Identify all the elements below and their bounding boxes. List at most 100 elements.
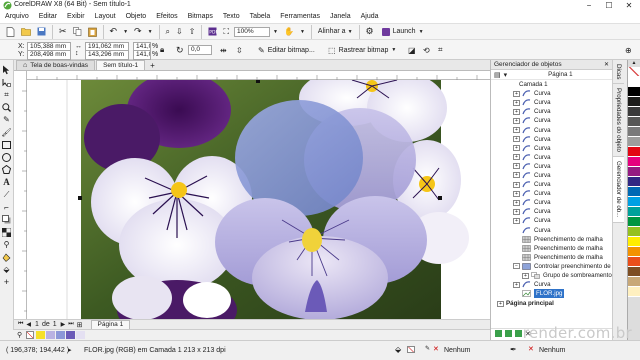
height-field[interactable]: 143,296 mm <box>85 50 129 60</box>
expand-icon[interactable]: + <box>497 300 504 307</box>
zoom-tool-icon[interactable] <box>1 102 12 113</box>
layer-row[interactable]: Camada 1 <box>491 80 612 89</box>
tree-row-curve[interactable]: + Curva <box>513 216 612 225</box>
import-icon[interactable]: ⇩ <box>173 25 186 39</box>
expand-icon[interactable]: − <box>513 263 520 270</box>
new-document-icon[interactable] <box>3 25 18 39</box>
tree-row-curve[interactable]: + Curva <box>513 162 612 171</box>
tab-dicas[interactable]: Dicas <box>613 60 624 85</box>
tree-row-curve[interactable]: + Curva <box>513 207 612 216</box>
copy-icon[interactable] <box>70 25 85 39</box>
tree-row-curve[interactable]: Curva <box>513 226 612 235</box>
palette-color-swatch[interactable] <box>628 287 640 297</box>
connector-tool-icon[interactable]: ⌐ <box>1 202 12 213</box>
palette-color-swatch[interactable] <box>628 267 640 277</box>
menu-editar[interactable]: Editar <box>34 11 62 23</box>
tree-row-curve[interactable]: + Curva <box>513 189 612 198</box>
crop-tool-icon[interactable]: ⌗ <box>1 89 12 100</box>
last-page-icon[interactable]: ⏭ <box>68 321 73 328</box>
tree-row-mesh-fill[interactable]: Preenchimento de malha <box>513 235 612 244</box>
shape-tool-icon[interactable] <box>1 77 12 88</box>
y-position-field[interactable]: 208,498 mm <box>27 50 71 60</box>
tree-row-curve[interactable]: + Curva <box>513 153 612 162</box>
lock-ratio-icon[interactable]: 🔒︎ <box>160 45 164 55</box>
save-icon[interactable] <box>34 25 49 39</box>
tree-row-curve[interactable]: + Curva <box>513 89 612 98</box>
tree-row-shading-group[interactable]: + Grupo de sombreamento <box>513 271 612 280</box>
palette-color-swatch[interactable] <box>628 187 640 197</box>
no-color-swatch[interactable] <box>26 331 35 339</box>
palette-no-color-swatch[interactable] <box>628 67 640 77</box>
add-page-icon[interactable]: ⊞ <box>77 321 83 329</box>
palette-color-swatch[interactable] <box>628 157 640 167</box>
menu-objeto[interactable]: Objeto <box>121 11 152 23</box>
expand-icon[interactable]: + <box>513 190 520 197</box>
tree-row-curve[interactable]: + Curva <box>513 280 612 289</box>
tab-object-manager[interactable]: Gerenciador de ob... <box>613 157 624 223</box>
crop-bitmap-icon[interactable]: ⌗ <box>435 43 446 57</box>
redo-icon[interactable]: ↷ <box>131 25 145 39</box>
tree-row-curve[interactable]: + Curva <box>513 180 612 189</box>
cut-icon[interactable]: ✂ <box>56 25 70 39</box>
color-swatch-lavender[interactable] <box>46 331 56 339</box>
text-tool-icon[interactable]: A <box>1 177 12 188</box>
expand-icon[interactable]: + <box>513 108 520 115</box>
menu-efeitos[interactable]: Efeitos <box>151 11 182 23</box>
artistic-media-icon[interactable]: 🖌︎ <box>1 127 12 138</box>
color-swatch-violet[interactable] <box>66 331 76 339</box>
vertical-ruler[interactable] <box>14 71 27 319</box>
tab-untitled-document[interactable]: Sem título-1 <box>96 60 146 70</box>
new-master-layer-icon[interactable] <box>505 330 512 337</box>
expand-icon[interactable]: + <box>513 136 520 143</box>
export-icon[interactable]: ⇧ <box>186 25 199 39</box>
expand-icon[interactable]: + <box>513 181 520 188</box>
tree-row-curve[interactable]: + Curva <box>513 107 612 116</box>
color-swatch-yellow[interactable] <box>36 331 46 339</box>
resample-icon[interactable]: ⟲ <box>420 43 433 57</box>
palette-color-swatch[interactable] <box>628 87 640 97</box>
expand-icon[interactable]: + <box>513 172 520 179</box>
menu-layout[interactable]: Layout <box>90 11 121 23</box>
tree-row-curve[interactable]: + Curva <box>513 171 612 180</box>
new-tab-icon[interactable]: + <box>150 61 155 70</box>
next-page-icon[interactable]: ▶ <box>61 321 66 328</box>
new-master-all-icon[interactable] <box>515 330 522 337</box>
expand-icon[interactable]: + <box>513 199 520 206</box>
palette-color-swatch[interactable] <box>628 147 640 157</box>
options-gear-icon[interactable]: ⚙ <box>363 25 377 39</box>
ellipse-tool-icon[interactable] <box>1 152 12 163</box>
open-folder-icon[interactable] <box>18 25 34 39</box>
smart-fill-icon[interactable]: ⬙ <box>1 264 12 275</box>
menu-ferramentas[interactable]: Ferramentas <box>275 11 325 23</box>
palette-color-swatch[interactable] <box>628 207 640 217</box>
color-eyedropper-icon[interactable]: ⚲ <box>1 239 12 250</box>
expand-icon[interactable]: + <box>522 272 529 279</box>
tree-row-bitmap-selected[interactable]: FLOR.jpg <box>513 289 612 299</box>
freehand-tool-icon[interactable]: ✎ <box>1 114 12 125</box>
tree-row-control-fill[interactable]: − Controlar preenchimento de <box>513 262 612 271</box>
redo-dropdown-icon[interactable]: ▼ <box>145 25 156 39</box>
drop-shadow-icon[interactable] <box>1 214 12 225</box>
expand-icon[interactable]: + <box>513 99 520 106</box>
previous-page-icon[interactable]: ◀ <box>26 321 31 328</box>
snap-to-button[interactable]: Alinhar a ▼ <box>315 25 356 39</box>
main-page-row[interactable]: + Página principal <box>491 299 612 308</box>
color-swatch-light[interactable] <box>76 331 86 339</box>
tree-row-curve[interactable]: + Curva <box>513 125 612 134</box>
tree-row-curve[interactable]: + Curva <box>513 198 612 207</box>
palette-color-swatch[interactable] <box>628 257 640 267</box>
menu-exibir[interactable]: Exibir <box>62 11 90 23</box>
edit-bitmap-button[interactable]: ✎ Editar bitmap... <box>255 43 318 57</box>
zoom-dropdown-icon[interactable]: ▼ <box>270 25 281 39</box>
horizontal-ruler[interactable] <box>27 71 490 80</box>
mirror-vertical-icon[interactable]: ⇳ <box>233 43 246 57</box>
launch-button[interactable]: Launch ▼ <box>379 25 427 39</box>
expand-icon[interactable]: + <box>513 163 520 170</box>
trace-bitmap-button[interactable]: ⬚ Rastrear bitmap ▼ <box>325 43 399 57</box>
menu-janela[interactable]: Janela <box>325 11 356 23</box>
tree-row-mesh-fill[interactable]: Preenchimento de malha <box>513 253 612 262</box>
full-screen-icon[interactable]: ⛶ <box>220 25 232 39</box>
mirror-horizontal-icon[interactable]: ⇹ <box>217 43 230 57</box>
expand-icon[interactable]: + <box>513 217 520 224</box>
polygon-tool-icon[interactable] <box>1 164 12 175</box>
